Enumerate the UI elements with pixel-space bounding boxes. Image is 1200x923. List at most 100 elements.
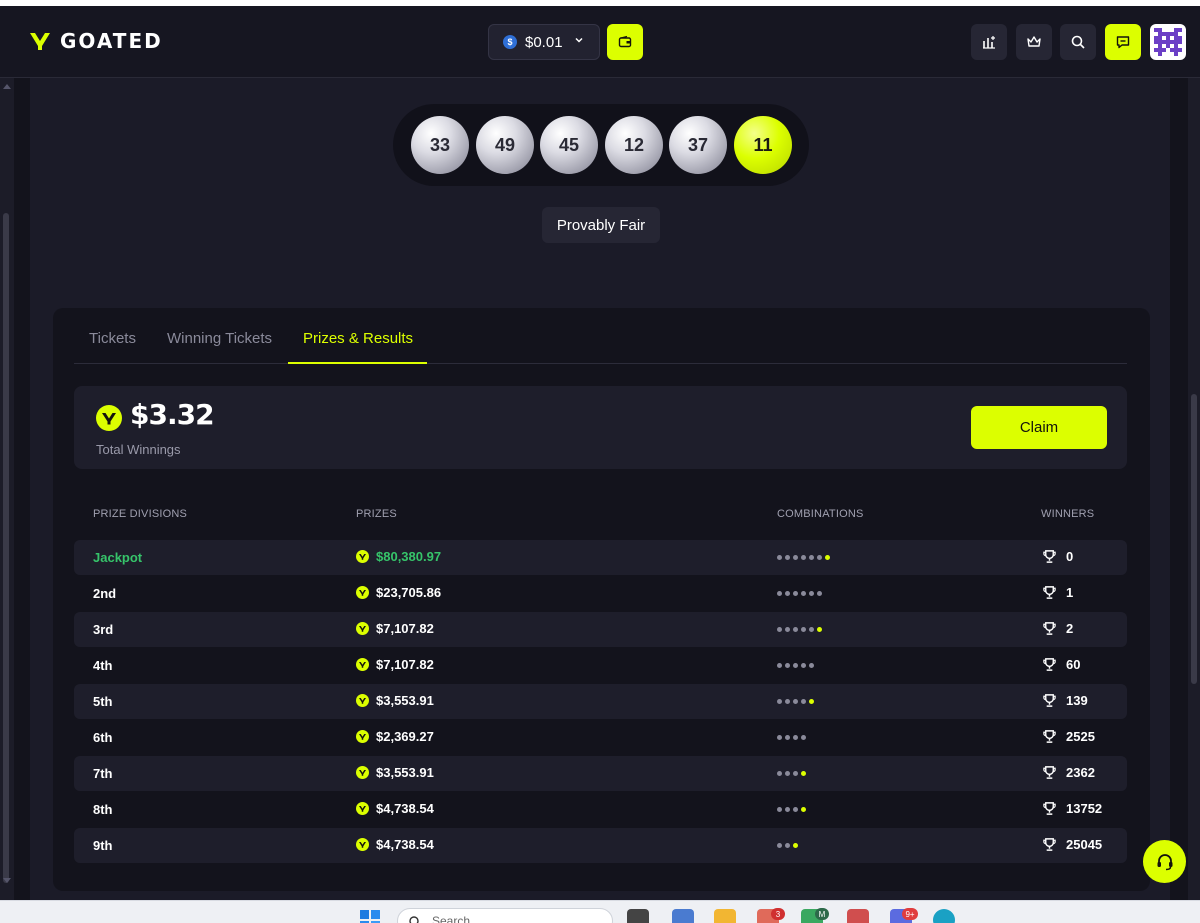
scroll-up-arrow-icon[interactable] (3, 84, 11, 89)
combination-dots (777, 663, 817, 668)
combination-dots (777, 735, 809, 740)
total-winnings-label: Total Winnings (96, 442, 181, 457)
prize-division: 8th (93, 802, 113, 817)
edge-icon[interactable] (933, 909, 955, 923)
trophy-icon (1043, 766, 1056, 779)
goat-coin-icon (96, 405, 122, 431)
goat-coin-icon (356, 586, 369, 599)
search-icon (1071, 35, 1085, 49)
prize-amount: $23,705.86 (376, 585, 442, 600)
top-header: GOATED $ $0.01 (0, 6, 1200, 78)
chat-icon (1116, 36, 1130, 49)
goat-logo-icon (30, 33, 50, 50)
table-row: 8th $4,738.54 13752 (74, 792, 1127, 827)
task-view-icon[interactable] (627, 909, 649, 923)
prize-division: 2nd (93, 586, 117, 601)
combination-dot (809, 663, 814, 668)
ball-2: 49 (476, 116, 534, 174)
combination-dot (793, 735, 798, 740)
messenger-icon[interactable]: 9+ (890, 908, 918, 923)
goat-coin-icon (356, 838, 369, 851)
winners-count: 0 (1066, 549, 1074, 564)
brand-logo[interactable]: GOATED (28, 29, 163, 53)
tab-tickets[interactable]: Tickets (89, 330, 136, 364)
goat-coin-icon (356, 730, 369, 743)
winners-cell: 60 (1042, 657, 1080, 672)
combination-dot (785, 699, 790, 704)
scroll-down-arrow-icon[interactable] (3, 878, 11, 883)
combination-dots (777, 807, 809, 812)
winners-count: 2 (1066, 621, 1074, 636)
messages-badge: 9+ (902, 908, 918, 920)
calculator-icon[interactable] (672, 909, 694, 923)
claim-button[interactable]: Claim (971, 406, 1107, 449)
goat-coin-icon (356, 550, 369, 563)
search-icon (409, 916, 419, 923)
combination-dot (809, 591, 814, 596)
prize-cell: $7,107.82 (356, 657, 434, 672)
winners-cell: 2362 (1042, 765, 1095, 780)
provably-fair-button[interactable]: Provably Fair (542, 207, 660, 243)
combination-dot (785, 627, 790, 632)
goat-coin-icon (356, 622, 369, 635)
trophy-icon (1043, 586, 1056, 599)
search-button[interactable] (1060, 24, 1096, 60)
combination-dots (777, 591, 825, 596)
prize-amount: $7,107.82 (376, 657, 434, 672)
left-scrollbar-thumb[interactable] (3, 213, 9, 883)
total-winnings-panel (74, 386, 1127, 469)
winners-count: 2525 (1066, 729, 1095, 744)
app-icon-red[interactable]: 3 (757, 908, 785, 923)
combination-dot (777, 591, 782, 596)
bonus-dot (793, 843, 798, 848)
trophy-icon (1043, 838, 1056, 851)
tab-winning-tickets[interactable]: Winning Tickets (167, 330, 272, 364)
table-row: 7th $3,553.91 2362 (74, 756, 1127, 791)
combination-dot (785, 843, 790, 848)
combination-dot (785, 663, 790, 668)
combination-dot (793, 555, 798, 560)
combination-dot (809, 627, 814, 632)
tab-prizes-results[interactable]: Prizes & Results (303, 330, 413, 364)
combination-dot (817, 555, 822, 560)
support-button[interactable] (1143, 840, 1186, 883)
prize-cell: $23,705.86 (356, 585, 441, 600)
prize-amount: $4,738.54 (376, 837, 434, 852)
prize-division: 9th (93, 838, 113, 853)
table-row: 3rd $7,107.82 2 (74, 612, 1127, 647)
left-scrollbar[interactable] (0, 78, 14, 900)
header-winners: WINNERS (1041, 508, 1095, 520)
taskbar-search[interactable]: Search (397, 908, 613, 923)
prize-division: 6th (93, 730, 113, 745)
vip-button[interactable] (1016, 24, 1052, 60)
balance-selector[interactable]: $ $0.01 (488, 24, 600, 60)
table-row: 2nd $23,705.86 1 (74, 576, 1127, 611)
stats-button[interactable] (971, 24, 1007, 60)
right-scrollbar[interactable] (1188, 78, 1200, 900)
file-explorer-icon[interactable] (714, 909, 736, 923)
winners-cell: 139 (1042, 693, 1088, 708)
goat-coin-icon (356, 658, 369, 671)
chrome-icon[interactable]: M (801, 908, 829, 923)
combination-dot (809, 555, 814, 560)
results-tabs: Tickets Winning Tickets Prizes & Results (74, 330, 1127, 364)
profile-badge: M (815, 908, 829, 920)
windows-start-icon[interactable] (359, 909, 381, 923)
combination-dot (801, 699, 806, 704)
chat-button[interactable] (1105, 24, 1141, 60)
combination-dot (793, 807, 798, 812)
prize-amount: $7,107.82 (376, 621, 434, 636)
user-avatar[interactable] (1150, 24, 1186, 60)
chevron-down-icon (575, 37, 583, 43)
prize-cell: $3,553.91 (356, 693, 434, 708)
combination-dot (777, 807, 782, 812)
right-scrollbar-thumb[interactable] (1191, 394, 1197, 684)
winners-count: 2362 (1066, 765, 1095, 780)
prize-division: Jackpot (93, 550, 143, 565)
prize-cell: $4,738.54 (356, 801, 434, 816)
prize-cell: $80,380.97 (356, 549, 441, 564)
wallet-button[interactable] (607, 24, 643, 60)
winners-cell: 2525 (1042, 729, 1095, 744)
brand-name: GOATED (60, 29, 163, 53)
chrome-profile-icon[interactable] (847, 909, 869, 923)
